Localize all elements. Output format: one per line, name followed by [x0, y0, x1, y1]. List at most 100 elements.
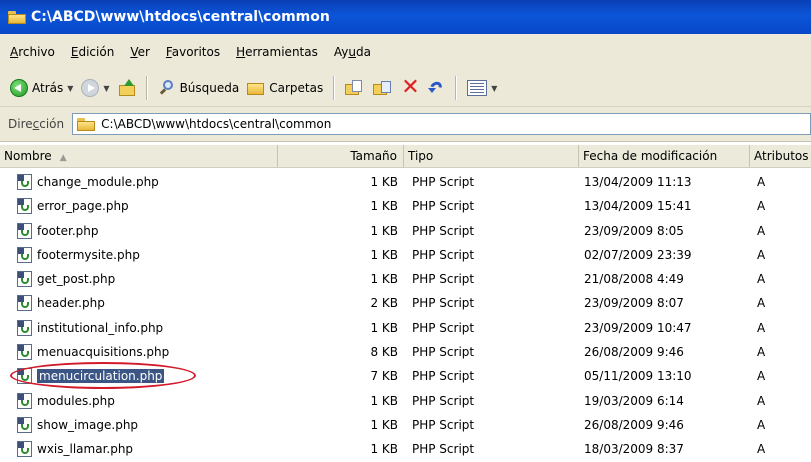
file-row[interactable]: footermysite.php 1 KB PHP Script 02/07/2…: [0, 243, 811, 267]
column-headers: Nombre ▲ Tamaño Tipo Fecha de modificació…: [0, 145, 811, 168]
move-to-icon: [345, 79, 365, 97]
file-row[interactable]: menuacquisitions.php 8 KB PHP Script 26/…: [0, 340, 811, 364]
file-row[interactable]: change_module.php 1 KB PHP Script 13/04/…: [0, 170, 811, 194]
up-folder-button[interactable]: [114, 74, 140, 102]
back-dropdown-icon[interactable]: ▼: [67, 84, 73, 93]
column-header-size-label: Tamaño: [350, 149, 397, 163]
file-name: footer.php: [37, 223, 99, 238]
menu-archivo-mnemonic: A: [10, 45, 19, 59]
menu-favoritos[interactable]: Favoritos: [166, 45, 220, 59]
php-file-icon: [17, 295, 32, 312]
file-modified: 13/04/2009 11:13: [584, 175, 692, 189]
file-row[interactable]: institutional_info.php 1 KB PHP Script 2…: [0, 316, 811, 340]
file-size: 1 KB: [370, 199, 398, 214]
undo-icon: [427, 79, 445, 97]
file-list: change_module.php 1 KB PHP Script 13/04/…: [0, 170, 811, 462]
menu-edicion-label: dición: [78, 45, 115, 59]
file-attributes: A: [757, 199, 766, 214]
forward-button[interactable]: ▼: [77, 74, 113, 102]
title-bar[interactable]: C:\ABCD\www\htdocs\central\common: [0, 0, 811, 34]
file-size: 2 KB: [370, 296, 398, 311]
address-input[interactable]: C:\ABCD\www\htdocs\central\common: [72, 113, 811, 135]
menu-ver-mnemonic: V: [130, 45, 138, 59]
column-header-attributes[interactable]: Atributos: [750, 145, 811, 167]
views-button[interactable]: ▼: [463, 74, 501, 102]
menu-archivo[interactable]: Archivo: [10, 45, 55, 59]
file-attributes: A: [757, 175, 766, 189]
copy-to-button[interactable]: [369, 74, 397, 102]
column-header-modified-label: Fecha de modificación: [583, 149, 718, 163]
file-row[interactable]: get_post.php 1 KB PHP Script 21/08/2008 …: [0, 267, 811, 291]
file-name: menucirculation.php: [37, 364, 165, 388]
file-size: 1 KB: [370, 417, 398, 432]
column-header-type-label: Tipo: [408, 149, 434, 163]
php-file-icon: [17, 441, 32, 458]
file-type: PHP Script: [412, 369, 475, 384]
file-attributes: A: [757, 247, 766, 262]
php-file-icon: [17, 319, 32, 336]
address-label-post: ción: [39, 117, 65, 131]
php-file-icon: [17, 246, 32, 263]
file-type: PHP Script: [412, 393, 475, 408]
file-size: 7 KB: [370, 369, 398, 384]
file-size: 1 KB: [370, 393, 398, 408]
views-icon: [467, 80, 488, 96]
file-size: 1 KB: [370, 320, 398, 335]
file-row[interactable]: header.php 2 KB PHP Script 23/09/2009 8:…: [0, 291, 811, 315]
undo-button[interactable]: [423, 74, 449, 102]
file-modified: 02/07/2009 23:39: [584, 247, 692, 262]
file-row-selected[interactable]: menucirculation.php 7 KB PHP Script 05/1…: [0, 362, 811, 390]
column-header-size[interactable]: Tamaño: [278, 145, 404, 167]
column-header-name[interactable]: Nombre ▲: [0, 145, 278, 167]
folders-label: Carpetas: [269, 81, 324, 95]
menu-ver-label: er: [137, 45, 150, 59]
menu-ayuda-label: da: [355, 45, 371, 59]
file-type: PHP Script: [412, 223, 475, 238]
file-modified: 13/04/2009 15:41: [584, 199, 692, 214]
menu-bar: Archivo Edición Ver Favoritos Herramient…: [0, 34, 811, 71]
search-icon: [158, 79, 176, 97]
file-name: footermysite.php: [37, 247, 140, 262]
up-folder-icon: [118, 79, 136, 97]
php-file-icon: [17, 368, 32, 385]
file-row[interactable]: modules.php 1 KB PHP Script 19/03/2009 6…: [0, 389, 811, 413]
delete-button[interactable]: ✕: [397, 74, 423, 102]
file-row[interactable]: show_image.php 1 KB PHP Script 26/08/200…: [0, 413, 811, 437]
forward-dropdown-icon[interactable]: ▼: [103, 84, 109, 93]
file-attributes: A: [757, 223, 766, 238]
file-modified: 19/03/2009 6:14: [584, 393, 684, 408]
file-row[interactable]: footer.php 1 KB PHP Script 23/09/2009 8:…: [0, 219, 811, 243]
column-header-type[interactable]: Tipo: [404, 145, 579, 167]
php-file-icon: [17, 392, 32, 409]
delete-icon: ✕: [401, 75, 420, 100]
file-attributes: A: [757, 345, 766, 360]
file-type: PHP Script: [412, 345, 475, 360]
menu-ayuda[interactable]: Ayuda: [334, 45, 371, 59]
move-to-button[interactable]: [341, 74, 369, 102]
file-modified: 26/08/2009 9:46: [584, 345, 684, 360]
toolbar-separator: [145, 76, 148, 100]
views-dropdown-icon[interactable]: ▼: [491, 84, 497, 93]
search-button[interactable]: Búsqueda: [154, 74, 244, 102]
file-size: 1 KB: [370, 223, 398, 238]
folder-icon: [77, 117, 96, 131]
folders-button[interactable]: Carpetas: [243, 74, 327, 102]
address-label-pre: Dire: [8, 117, 33, 131]
file-modified: 26/08/2009 9:46: [584, 417, 684, 432]
file-attributes: A: [757, 272, 766, 287]
column-header-modified[interactable]: Fecha de modificación: [579, 145, 750, 167]
menu-herramientas[interactable]: Herramientas: [236, 45, 318, 59]
menu-ayuda-prefix: Ay: [333, 45, 349, 59]
menu-archivo-label: rchivo: [18, 45, 55, 59]
address-bar: Dirección C:\ABCD\www\htdocs\central\com…: [0, 107, 811, 142]
back-button[interactable]: Atrás ▼: [6, 74, 77, 102]
file-type: PHP Script: [412, 247, 475, 262]
menu-ver[interactable]: Ver: [130, 45, 150, 59]
toolbar-separator: [333, 76, 336, 100]
file-row[interactable]: error_page.php 1 KB PHP Script 13/04/200…: [0, 194, 811, 218]
file-size: 1 KB: [370, 247, 398, 262]
php-file-icon: [17, 416, 32, 433]
file-modified: 23/09/2009 8:05: [584, 223, 684, 238]
menu-edicion[interactable]: Edición: [71, 45, 114, 59]
copy-to-icon: [373, 79, 393, 97]
